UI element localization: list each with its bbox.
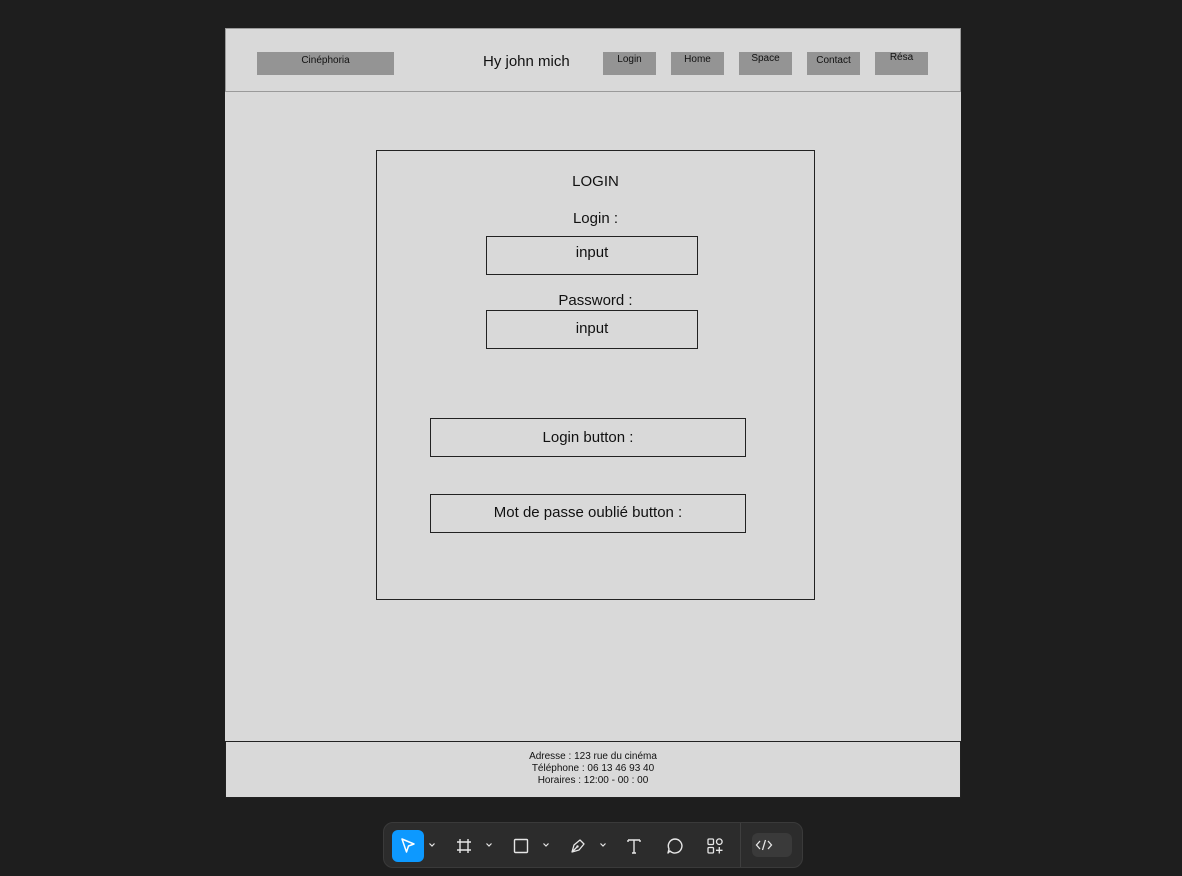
dev-mode-toggle[interactable]	[752, 833, 792, 857]
chevron-down-icon[interactable]	[542, 841, 550, 849]
footer-hours: Horaires : 12:00 - 00 : 00	[537, 775, 649, 786]
frame-tool-icon[interactable]	[448, 830, 480, 862]
code-icon	[752, 833, 776, 857]
move-tool-icon[interactable]	[392, 830, 424, 862]
footer-phone: Téléphone : 06 13 46 93 40	[531, 763, 655, 774]
password-input[interactable]: input	[486, 310, 698, 349]
rectangle-tool-icon[interactable]	[505, 830, 537, 862]
login-title: LOGIN	[572, 173, 619, 190]
chevron-down-icon[interactable]	[485, 841, 493, 849]
site-footer: Adresse : 123 rue du cinéma Téléphone : …	[225, 741, 961, 798]
actions-tool-icon[interactable]	[699, 830, 731, 862]
footer-address: Adresse : 123 rue du cinéma	[529, 751, 657, 762]
toolbar-divider	[740, 823, 741, 867]
login-button[interactable]: Login button :	[430, 418, 746, 457]
login-panel: LOGIN Login : input Password : input Log…	[376, 150, 815, 600]
nav-space[interactable]: Space	[739, 52, 792, 75]
forgot-password-button[interactable]: Mot de passe oublié button :	[430, 494, 746, 533]
site-header: Cinéphoria Hy john mich Login Home Space…	[225, 28, 961, 92]
nav-home[interactable]: Home	[671, 52, 724, 75]
text-tool-icon[interactable]	[618, 830, 650, 862]
pen-tool-icon[interactable]	[562, 830, 594, 862]
password-label: Password :	[558, 292, 633, 309]
bottom-toolbar	[383, 822, 803, 868]
chevron-down-icon[interactable]	[428, 841, 436, 849]
chevron-down-icon[interactable]	[599, 841, 607, 849]
nav-contact[interactable]: Contact	[807, 52, 860, 75]
login-input[interactable]: input	[486, 236, 698, 275]
design-frame: Cinéphoria Hy john mich Login Home Space…	[225, 28, 961, 798]
nav-login[interactable]: Login	[603, 52, 656, 75]
login-label: Login :	[572, 210, 619, 227]
greeting-text: Hy john mich	[483, 53, 570, 70]
nav-resa[interactable]: Résa	[875, 52, 928, 75]
comment-tool-icon[interactable]	[659, 830, 691, 862]
brand-logo[interactable]: Cinéphoria	[257, 52, 394, 75]
